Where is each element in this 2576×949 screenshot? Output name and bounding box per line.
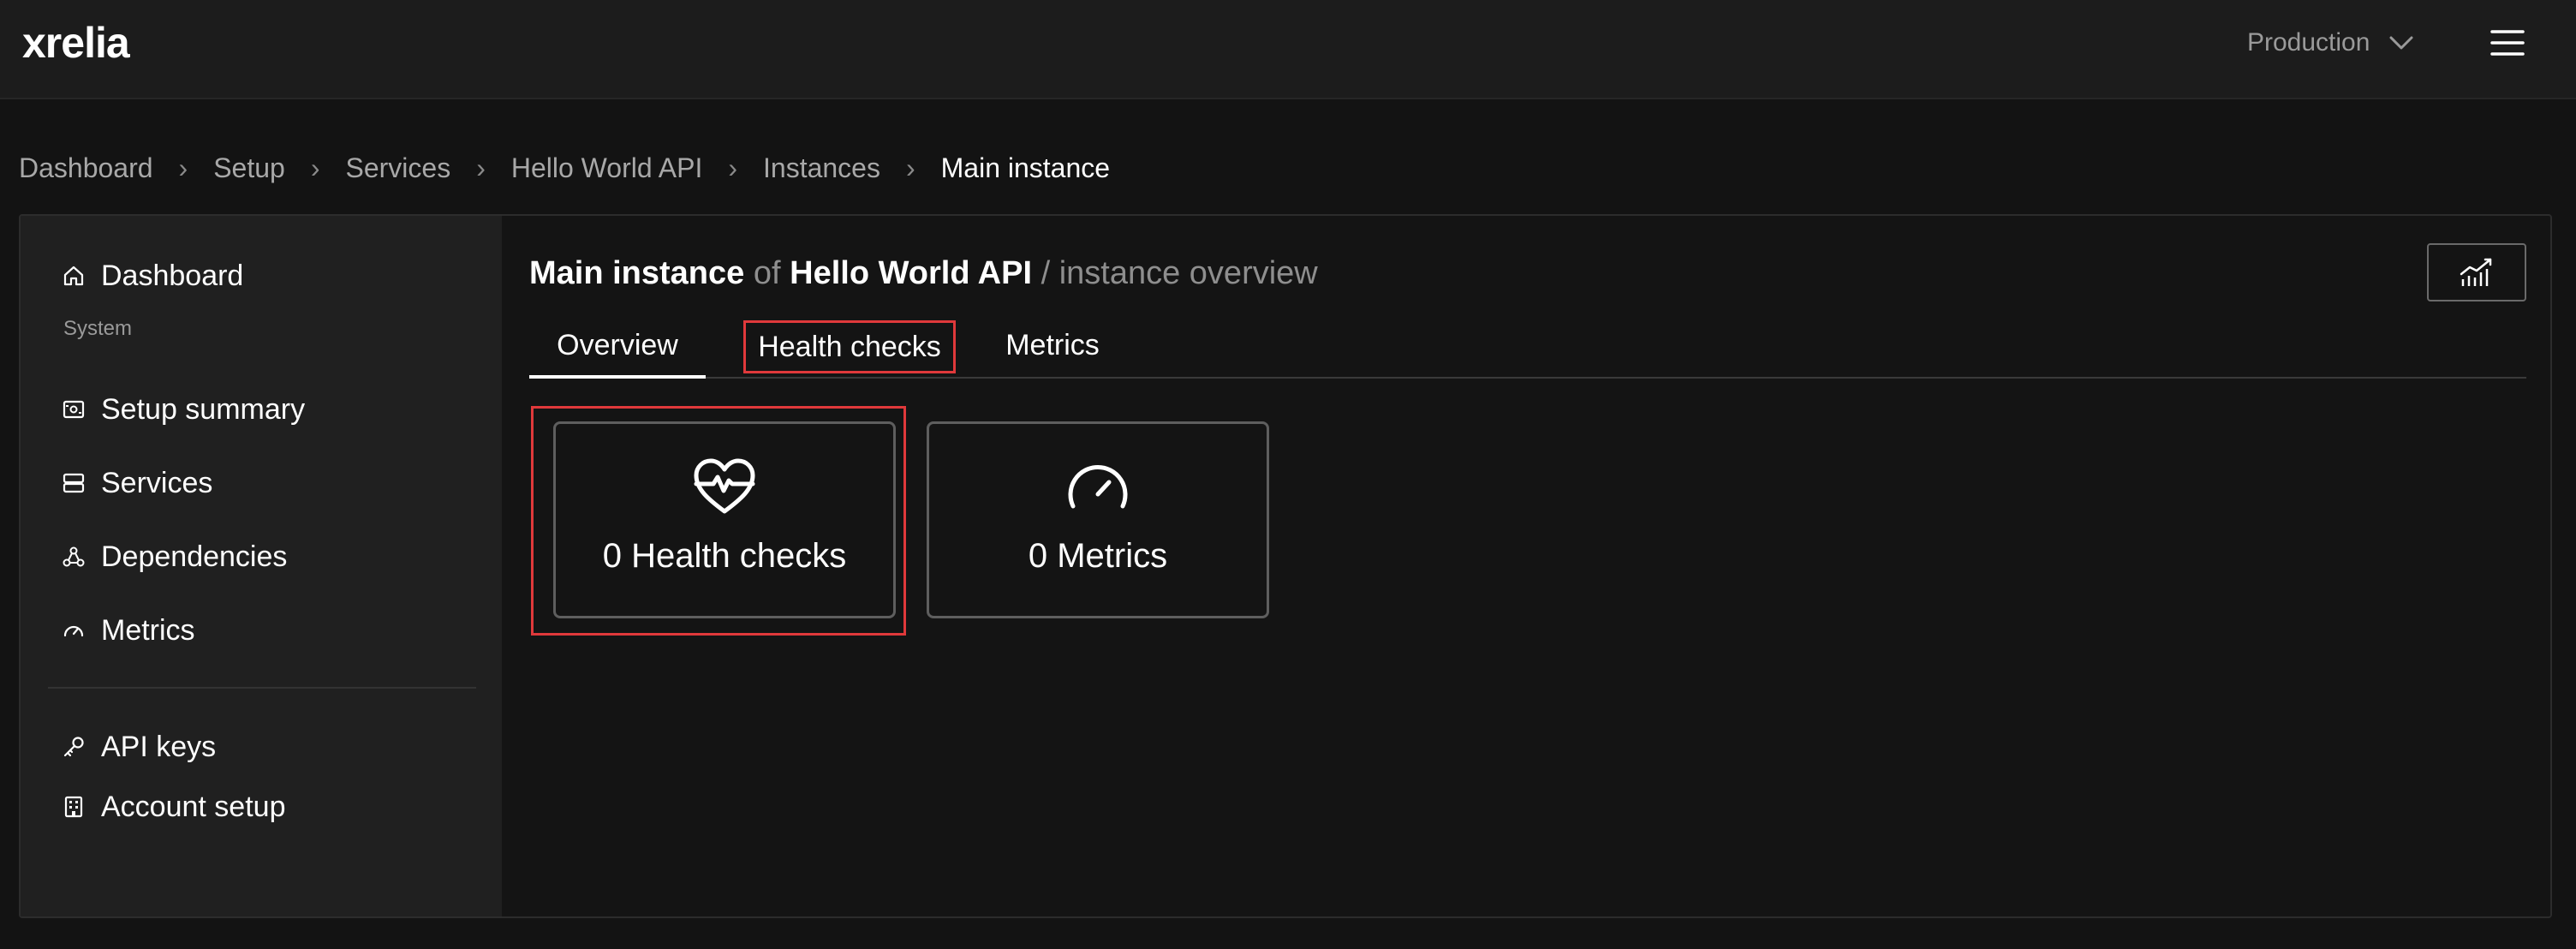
menu-button[interactable] [2489,24,2526,62]
sidebar-item-account-setup[interactable]: Account setup [62,786,285,827]
environment-label: Production [2247,28,2370,57]
tab-health-checks[interactable]: Health checks [742,319,957,379]
breadcrumb-services[interactable]: Services [345,152,450,184]
card-icon-wrap [929,457,1267,516]
dependencies-icon [63,546,85,567]
sidebar-item-dependencies[interactable]: Dependencies [62,536,287,577]
chart-button[interactable] [2427,243,2526,301]
gauge-icon [1068,464,1128,509]
gauge-icon [63,625,84,637]
tab-label: Health checks [743,320,956,373]
instance-name: Main instance [529,255,745,291]
sidebar-item-dashboard[interactable]: Dashboard [62,255,243,296]
metrics-count-label: 0 Metrics [1028,537,1168,575]
sidebar: Dashboard System Setup summary Services [21,216,502,916]
breadcrumb-main-instance: Main instance [940,152,1111,183]
sidebar-section-system: System [63,317,133,340]
title-of-text: of [753,255,781,291]
chart-line-icon [2460,258,2492,286]
breadcrumb: Dashboard › Setup › Services › Hello Wor… [19,147,1110,188]
building-icon [64,796,83,818]
breadcrumb-separator: › [905,152,915,183]
sidebar-divider [48,687,476,689]
heart-pulse-icon [694,458,755,514]
breadcrumb-dashboard[interactable]: Dashboard [19,152,153,184]
sidebar-item-label: Account setup [101,790,286,823]
logo[interactable]: xrelia [22,15,130,70]
health-checks-card[interactable]: 0 Health checks [553,421,896,618]
card-icon-wrap [556,457,893,516]
breadcrumb-separator: › [476,152,486,183]
setup-summary-icon [63,400,85,419]
sidebar-item-label: Metrics [101,613,195,647]
sidebar-item-label: API keys [101,730,217,763]
service-name: Hello World API [790,255,1033,291]
content-area: Main instance of Hello World API / insta… [502,216,2550,916]
health-checks-count-label: 0 Health checks [602,537,847,575]
breadcrumb-instances[interactable]: Instances [763,152,880,184]
tab-bar: Overview Health checks Metrics [529,319,2526,379]
metrics-card[interactable]: 0 Metrics [927,421,1269,618]
main-panel: Dashboard System Setup summary Services [19,214,2552,918]
sidebar-item-metrics[interactable]: Metrics [62,610,195,651]
breadcrumb-separator: › [728,152,737,183]
sidebar-item-label: Setup summary [101,392,306,426]
sidebar-item-label: Services [101,466,213,499]
chevron-down-icon [2389,36,2413,50]
breadcrumb-setup[interactable]: Setup [213,152,285,184]
title-suffix: / instance overview [1041,255,1318,291]
key-icon [63,737,84,757]
tab-label: Overview [557,329,678,361]
sidebar-item-label: Dashboard [101,259,244,292]
sidebar-item-setup-summary[interactable]: Setup summary [62,389,305,430]
tab-overview[interactable]: Overview [529,319,706,379]
breadcrumb-hello-world-api[interactable]: Hello World API [511,152,703,184]
breadcrumb-separator: › [178,152,188,183]
sidebar-item-label: Dependencies [101,540,288,573]
top-bar: xrelia Production [0,0,2576,99]
tab-metrics[interactable]: Metrics [997,319,1108,379]
sidebar-item-api-keys[interactable]: API keys [62,726,216,767]
tab-label: Metrics [1005,329,1100,361]
environment-select[interactable]: Production [2247,24,2414,62]
page-title: Main instance of Hello World API / insta… [529,250,1318,296]
breadcrumb-separator: › [310,152,320,183]
hamburger-icon [2490,30,2525,56]
sidebar-item-services[interactable]: Services [62,463,212,504]
services-icon [63,473,85,493]
home-icon [63,266,84,286]
